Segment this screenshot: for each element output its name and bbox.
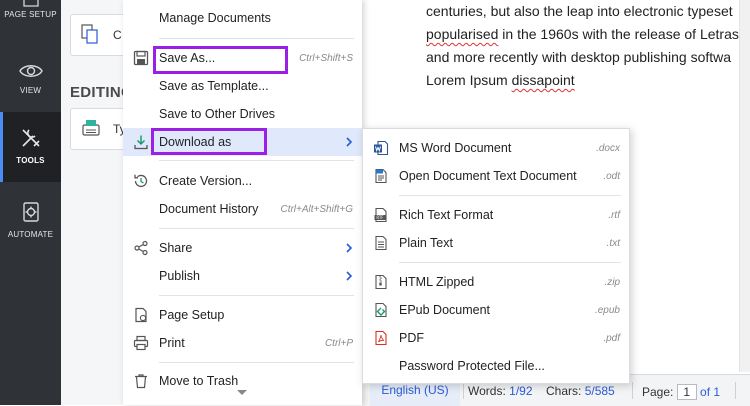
txt-doc-icon [375,235,387,251]
menu-item-save-as[interactable]: Save As... Ctrl+Shift+S [123,44,362,72]
rail-item-automate[interactable]: AUTOMATE [0,190,61,250]
printer-icon [133,335,149,351]
menu-item-publish[interactable]: Publish [123,262,362,290]
chevron-right-icon [346,243,353,253]
char-count[interactable]: Chars: 5/585 [546,384,615,398]
chevron-down-icon[interactable] [236,389,248,397]
share-icon [134,240,148,256]
page-setup-icon [135,307,147,323]
submenu-divider [399,195,621,196]
document-body[interactable]: centuries, but also the leap into electr… [426,0,739,92]
chevron-right-icon [346,271,353,281]
document-line: and more recently with desktop publishin… [426,49,732,65]
submenu-item-html-zipped[interactable]: HTML Zipped .zip [363,268,629,296]
panel-card-label: C [113,28,122,42]
misspelled-word: popularised [426,26,499,42]
submenu-item-ms-word[interactable]: MS Word Document .docx [363,134,629,162]
submenu-item-plain-text[interactable]: Plain Text .txt [363,229,629,257]
submenu-divider [399,262,621,263]
rail-item-view[interactable]: VIEW [0,50,61,105]
menu-item-save-as-template[interactable]: Save as Template... [123,72,362,100]
rail-item-tools[interactable]: TOOLS [0,112,61,182]
automate-icon [22,202,39,222]
menu-divider [159,38,354,39]
epub-icon [375,302,387,318]
menu-item-create-version[interactable]: Create Version... [123,167,362,195]
compare-docs-icon [81,24,98,44]
chevron-right-icon [346,137,353,147]
odt-doc-icon [375,168,387,184]
menu-item-print[interactable]: Print Ctrl+P [123,329,362,357]
typewriter-icon [82,120,100,136]
page-indicator: Page: 1 of 1 [642,384,721,400]
pdf-icon [375,330,387,346]
trash-icon [135,374,147,389]
menu-item-share[interactable]: Share [123,234,362,262]
vertical-scrollbar[interactable] [739,0,750,372]
version-history-icon [134,174,148,188]
rail-item-label: AUTOMATE [7,230,54,239]
menu-item-download-as[interactable]: Download as [123,128,362,156]
rail-item-label: PAGE SETUP [4,10,57,19]
rtf-doc-icon: RTF [374,207,387,223]
download-submenu: MS Word Document .docx Open Document Tex… [362,128,630,384]
menu-item-save-to-other-drives[interactable]: Save to Other Drives [123,100,362,128]
tools-icon [21,129,40,147]
submenu-item-epub[interactable]: EPub Document .epub [363,296,629,324]
word-count[interactable]: Words: 1/92 [468,384,533,398]
page-setup-icon [23,0,39,7]
save-icon [133,50,149,66]
menu-divider [159,160,354,161]
page-number-input[interactable]: 1 [676,384,697,400]
svg-text:RTF: RTF [376,215,384,220]
zip-icon [375,274,387,290]
submenu-item-odt[interactable]: Open Document Text Document .odt [363,162,629,190]
document-line: popularised in the 1960s with the releas… [426,26,739,42]
menu-divider [159,362,354,363]
word-doc-icon [374,140,389,156]
tools-panel: C EDITING Ty [61,0,162,405]
menu-divider [159,228,354,229]
status-divider [735,382,736,399]
menu-divider [159,295,354,296]
left-rail: PAGE SETUP VIEW TOOLS AUTOMATE [0,0,61,405]
status-divider [463,382,464,399]
document-line: Lorem Ipsum dissapoint [426,72,575,88]
rail-item-label: TOOLS [16,156,45,165]
status-divider [632,382,633,399]
rail-item-label: VIEW [19,86,42,95]
document-line: centuries, but also the leap into electr… [426,3,733,19]
submenu-item-rtf[interactable]: RTF Rich Text Format .rtf [363,201,629,229]
submenu-item-password-protected[interactable]: Password Protected File... [363,352,629,380]
misspelled-word: dissapoint [511,72,575,88]
menu-item-manage-documents[interactable]: Manage Documents [123,4,362,32]
submenu-item-pdf[interactable]: PDF .pdf [363,324,629,352]
menu-item-page-setup[interactable]: Page Setup [123,301,362,329]
download-icon [134,135,148,150]
eye-icon [18,65,43,77]
file-menu: Manage Documents Save As... Ctrl+Shift+S… [123,0,362,405]
menu-item-document-history[interactable]: Document History Ctrl+Alt+Shift+G [123,195,362,223]
